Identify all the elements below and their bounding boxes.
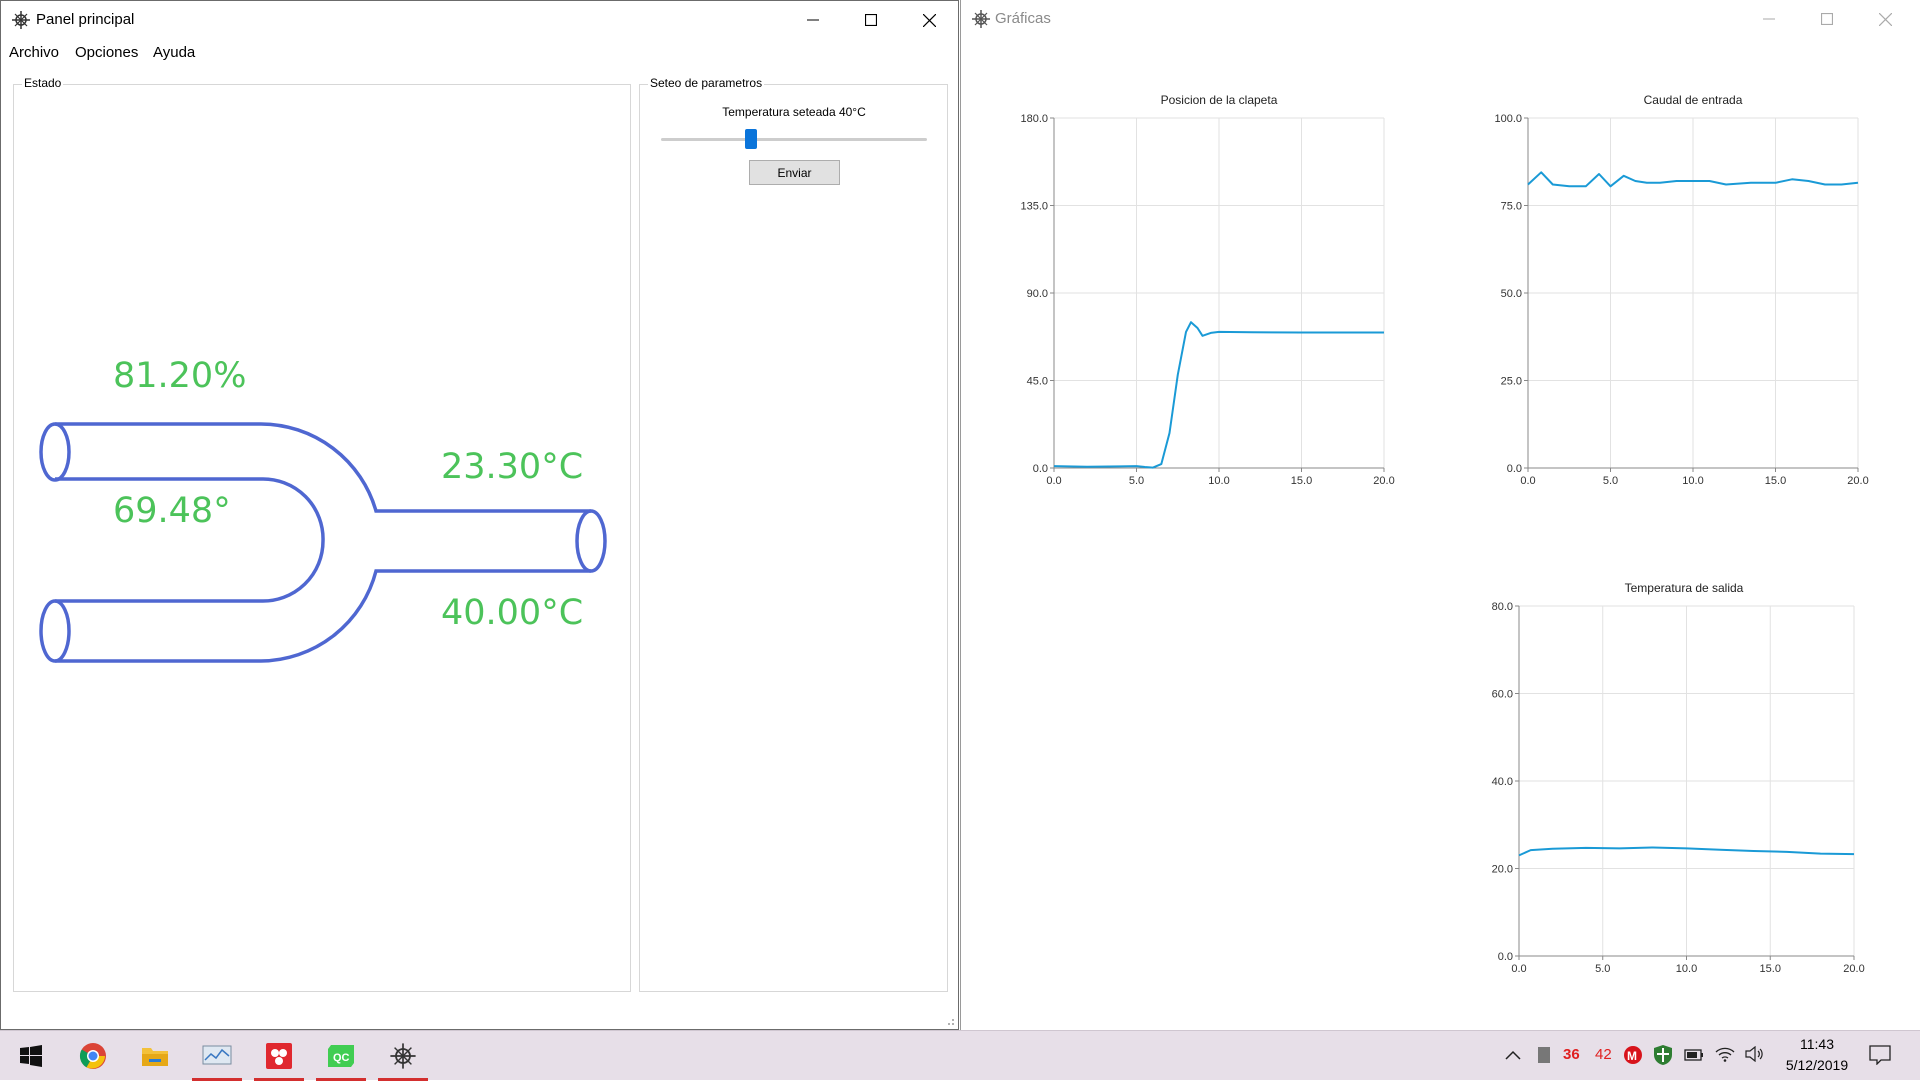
monitor-chart-icon	[202, 1045, 232, 1065]
shield-icon[interactable]	[1653, 1044, 1673, 1066]
temperature-slider[interactable]	[661, 138, 927, 141]
enviar-button[interactable]: Enviar	[749, 160, 840, 185]
temperatura-ytick-label: 80.0	[1492, 601, 1513, 613]
temperatura-ytick-label: 0.0	[1498, 951, 1513, 963]
caudal-value: 81.20%	[113, 356, 247, 396]
temperatura-xtick-label: 15.0	[1760, 963, 1781, 975]
seteo-group-title: Seteo de parametros	[648, 76, 765, 90]
taskbar-red-app[interactable]	[251, 1031, 307, 1081]
red-app-icon	[266, 1043, 292, 1069]
temperatura-ytick-label: 60.0	[1492, 689, 1513, 701]
tray-app-icon[interactable]	[1537, 1046, 1551, 1064]
chart-temperatura: 0.0 5.0 10.0 15.0 20.0 0.0 20.0 40.0 60.0 80.0	[1492, 601, 1865, 975]
temperatura-xtick-label: 20.0	[1843, 963, 1864, 975]
folder-icon	[142, 1048, 168, 1066]
chevron-up-icon[interactable]	[1505, 1049, 1521, 1061]
tray-counter-1[interactable]: 36	[1563, 1046, 1580, 1063]
temp-salida-value: 23.30°C	[441, 447, 584, 487]
windows-start-icon	[20, 1045, 42, 1067]
taskbar-python-app[interactable]	[375, 1031, 431, 1081]
battery-icon[interactable]	[1684, 1049, 1704, 1061]
tray-counter-2[interactable]: 42	[1595, 1046, 1612, 1063]
temperatura-ytick-label: 20.0	[1492, 864, 1513, 876]
pipe-end-outlet	[575, 509, 607, 573]
chrome-icon	[79, 1043, 106, 1069]
temperatura-xtick-label: 0.0	[1511, 963, 1526, 975]
taskbar-chrome[interactable]	[65, 1031, 121, 1081]
pipe-end-upper	[39, 422, 71, 482]
panel-principal-window: Panel principal Archivo Opciones Ayuda E…	[0, 0, 959, 1030]
wifi-icon[interactable]	[1715, 1046, 1735, 1062]
taskbar-file-explorer[interactable]	[127, 1031, 183, 1081]
taskbar-qt-creator[interactable]: QC	[313, 1031, 369, 1081]
resize-grip-icon[interactable]	[945, 1016, 955, 1026]
temperatura-xtick-label: 10.0	[1676, 963, 1697, 975]
volume-icon[interactable]	[1745, 1046, 1765, 1062]
slider-label: Temperatura seteada 40°C	[722, 105, 866, 119]
graficas-window: Gráficas Posicion de la clapeta Caudal d…	[960, 0, 1920, 1030]
clapeta-value: 69.48°	[113, 491, 231, 531]
notifications-icon[interactable]	[1869, 1045, 1891, 1065]
clock-time[interactable]: 11:43	[1772, 1036, 1862, 1052]
taskbar: QC 36 42 M 11:43 5/12/2019	[0, 1030, 1920, 1081]
temperatura-xtick-label: 5.0	[1595, 963, 1610, 975]
seteo-group: Seteo de parametros	[639, 76, 948, 992]
qt-creator-icon: QC	[328, 1045, 354, 1067]
start-button[interactable]	[3, 1031, 59, 1081]
pipe-end-lower	[39, 599, 71, 663]
slider-handle[interactable]	[745, 129, 758, 149]
taskbar-monitor-app[interactable]	[189, 1031, 245, 1081]
mcafee-icon[interactable]: M	[1623, 1045, 1643, 1065]
temp-set-value: 40.00°C	[441, 593, 584, 633]
app-gear-icon	[390, 1043, 416, 1069]
pipe-lower-inner	[55, 540, 325, 603]
svg-text:QC: QC	[333, 1052, 350, 1064]
svg-text:M: M	[1627, 1049, 1637, 1063]
clock-date[interactable]: 5/12/2019	[1772, 1057, 1862, 1073]
temperatura-ytick-label: 40.0	[1492, 776, 1513, 788]
